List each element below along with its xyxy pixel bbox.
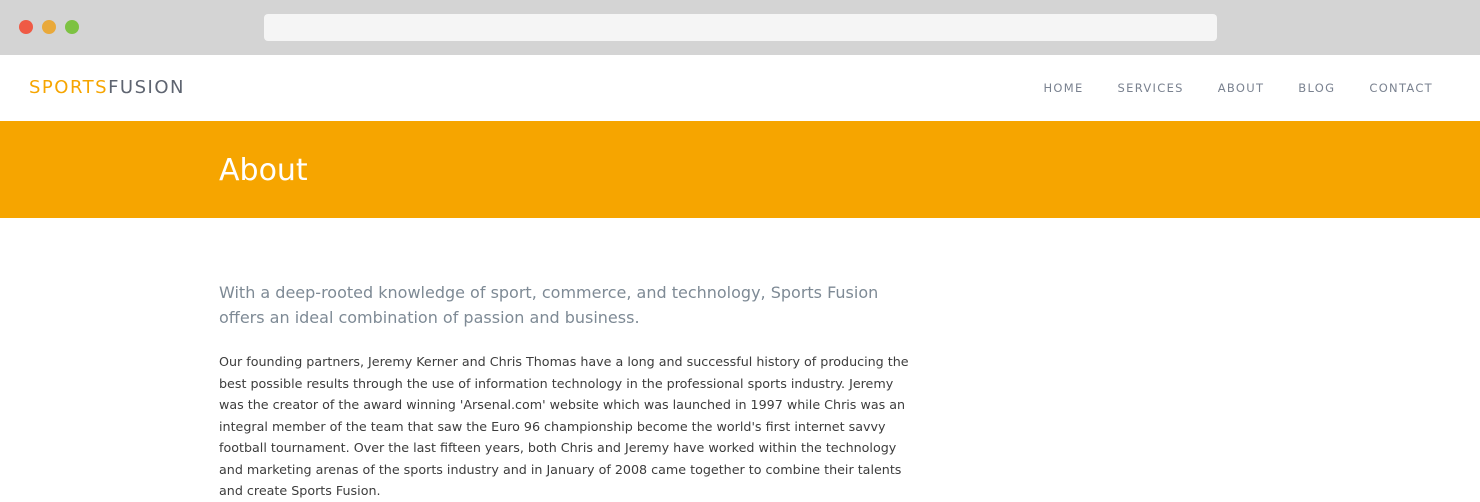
site-header: SPORTSFUSION HOME SERVICES ABOUT BLOG CO…	[0, 55, 1480, 121]
nav-item-blog[interactable]: BLOG	[1298, 81, 1335, 95]
nav-item-home[interactable]: HOME	[1043, 81, 1083, 95]
nav-item-contact[interactable]: CONTACT	[1369, 81, 1433, 95]
browser-chrome	[0, 0, 1480, 55]
nav-item-services[interactable]: SERVICES	[1118, 81, 1184, 95]
logo-sports-text: SPORTS	[29, 77, 109, 98]
body-paragraph: Our founding partners, Jeremy Kerner and…	[219, 354, 909, 498]
about-content: With a deep-rooted knowledge of sport, c…	[219, 280, 909, 502]
page-title: About	[219, 153, 308, 188]
maximize-window-icon[interactable]	[65, 20, 79, 34]
logo-fusion-text: FUSION	[108, 77, 185, 98]
page-banner: About	[0, 121, 1480, 218]
lead-paragraph: With a deep-rooted knowledge of sport, c…	[219, 283, 879, 327]
address-bar[interactable]	[264, 14, 1217, 41]
nav-item-about[interactable]: ABOUT	[1218, 81, 1265, 95]
main-nav: HOME SERVICES ABOUT BLOG CONTACT	[1009, 81, 1433, 95]
logo[interactable]: SPORTSFUSION	[29, 78, 185, 98]
close-window-icon[interactable]	[19, 20, 33, 34]
minimize-window-icon[interactable]	[42, 20, 56, 34]
